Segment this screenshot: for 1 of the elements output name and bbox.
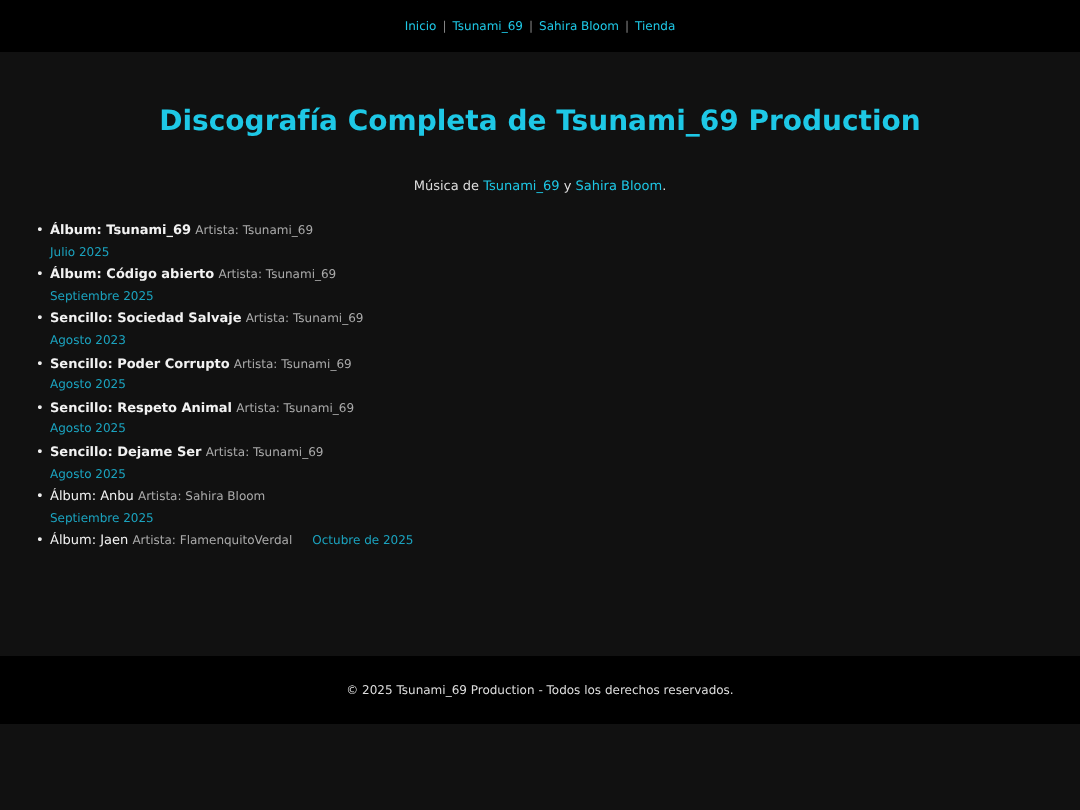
page-title: Discografía Completa de Tsunami_69 Production: [157, 106, 923, 138]
